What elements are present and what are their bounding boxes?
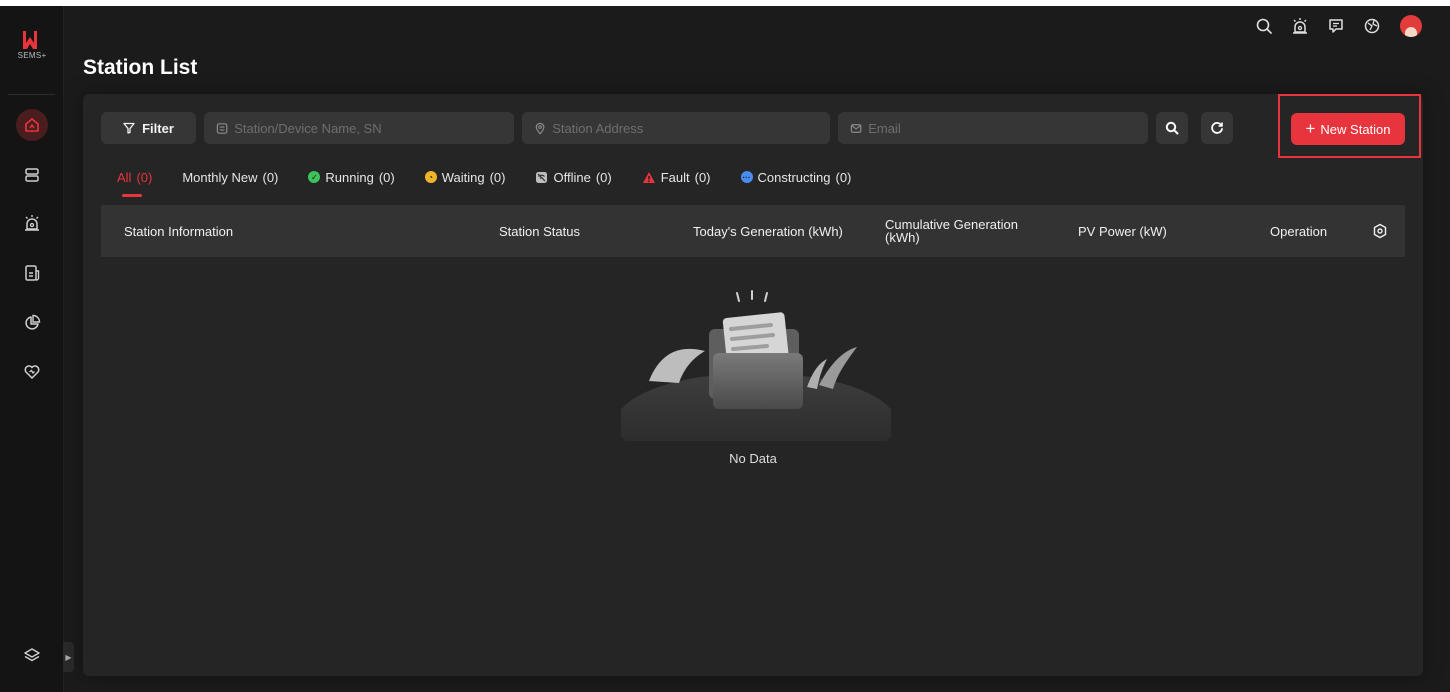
sidebar-item-alarms[interactable] [16,207,48,239]
station-address-field[interactable] [522,112,830,144]
empty-message: No Data [729,451,777,466]
sidebar-layers-button[interactable] [16,639,48,671]
table-empty-state: No Data [101,257,1405,657]
search-icon [1165,121,1179,135]
search-icon [1256,18,1272,34]
tab-running[interactable]: ✓ Running (0) [308,164,395,190]
search-button[interactable] [1156,112,1188,144]
logo-text: SEMS+ [17,51,47,60]
column-operation: Operation [1270,223,1328,239]
station-home-icon [25,118,39,132]
app-logo[interactable]: SEMS+ [14,30,50,60]
tab-constructing[interactable]: ··· Constructing (0) [740,164,852,190]
status-tabs: All (0) Monthly New (0) ✓ Running (0) ◔ … [117,164,881,197]
filter-label: Filter [142,120,174,136]
refresh-icon [1211,122,1223,134]
filter-button[interactable]: Filter [101,112,196,144]
sidebar-item-service[interactable] [16,356,48,388]
tab-label: Waiting [441,169,485,185]
alarm-icon [1293,18,1307,34]
sidebar-item-reports[interactable] [16,257,48,289]
column-station-status: Station Status [499,223,580,239]
settings-icon [1373,223,1387,239]
tab-count: (0) [489,169,506,185]
topbar-message-button[interactable] [1318,14,1354,38]
topbar-search-button[interactable] [1246,14,1282,38]
logo-mark-icon [23,31,37,49]
plus-icon: + [1305,119,1316,138]
offline-icon [536,171,548,183]
avatar [1400,15,1422,37]
sidebar-item-statistics[interactable] [16,307,48,339]
column-todays-generation: Today's Generation (kWh) [693,223,843,239]
clock-icon: ◔ [424,171,437,183]
empty-folder-illustration [621,290,891,441]
report-icon [25,265,40,281]
new-station-button[interactable]: + New Station [1291,113,1405,145]
check-circle-icon: ✓ [308,171,321,183]
tab-count: (0) [136,169,153,185]
tab-label: Constructing [757,169,831,185]
app-window: SEMS+ ▶ Station List Filter Station/Devi… [0,6,1450,692]
sidebar: SEMS+ [0,6,64,692]
topbar-language-button[interactable] [1354,14,1390,38]
tab-fault[interactable]: Fault (0) [642,164,711,190]
refresh-button[interactable] [1201,112,1233,144]
tab-label: Fault [660,169,690,185]
tab-label: Monthly New [182,169,258,185]
tab-monthly-new[interactable]: Monthly New (0) [182,164,278,190]
device-list-icon [25,168,39,182]
service-heart-icon [24,365,40,379]
chevron-right-icon: ▶ [65,652,72,662]
sidebar-divider [8,94,55,95]
email-input[interactable] [868,120,1148,136]
station-address-input[interactable] [552,120,830,136]
sidebar-item-stations[interactable] [16,109,48,141]
statistics-pie-icon [25,314,41,330]
warning-icon [642,171,655,183]
column-cumulative-generation: Cumulative Generation (kWh) [885,217,1018,245]
tab-label: All [117,169,132,185]
filter-icon [123,122,135,134]
tab-count: (0) [262,169,279,185]
more-dots-icon: ··· [740,171,753,183]
document-icon [216,122,228,134]
column-station-information: Station Information [124,223,234,239]
alarm-icon [25,215,39,231]
station-name-input[interactable] [234,120,514,136]
tab-count: (0) [595,169,612,185]
table-header: Station Information Station Status Today… [101,205,1405,257]
tab-waiting[interactable]: ◔ Waiting (0) [424,164,506,190]
topbar-actions [1246,14,1426,38]
tab-count: (0) [835,169,852,185]
user-avatar-button[interactable] [1390,14,1426,38]
location-pin-icon [535,122,545,135]
tab-label: Offline [553,169,591,185]
topbar-alarm-button[interactable] [1282,14,1318,38]
layers-icon [24,648,40,662]
email-icon [850,123,862,133]
message-icon [1329,19,1343,33]
column-settings-button[interactable] [1372,205,1388,257]
sidebar-item-devices[interactable] [16,159,48,191]
email-field[interactable] [838,112,1148,144]
tab-label: Running [325,169,374,185]
page-title: Station List [83,56,198,79]
language-icon [1364,18,1380,34]
station-list-panel: Filter Station/Device Name, SN Station A… [83,94,1423,676]
station-name-field[interactable] [204,112,514,144]
tab-count: (0) [694,169,711,185]
tab-offline[interactable]: Offline (0) [535,164,612,190]
new-station-label: New Station [1320,121,1391,137]
tab-all[interactable]: All (0) [117,164,153,197]
tab-count: (0) [378,169,395,185]
sidebar-collapse-toggle[interactable]: ▶ [63,642,74,672]
column-pv-power: PV Power (kW) [1078,223,1167,239]
